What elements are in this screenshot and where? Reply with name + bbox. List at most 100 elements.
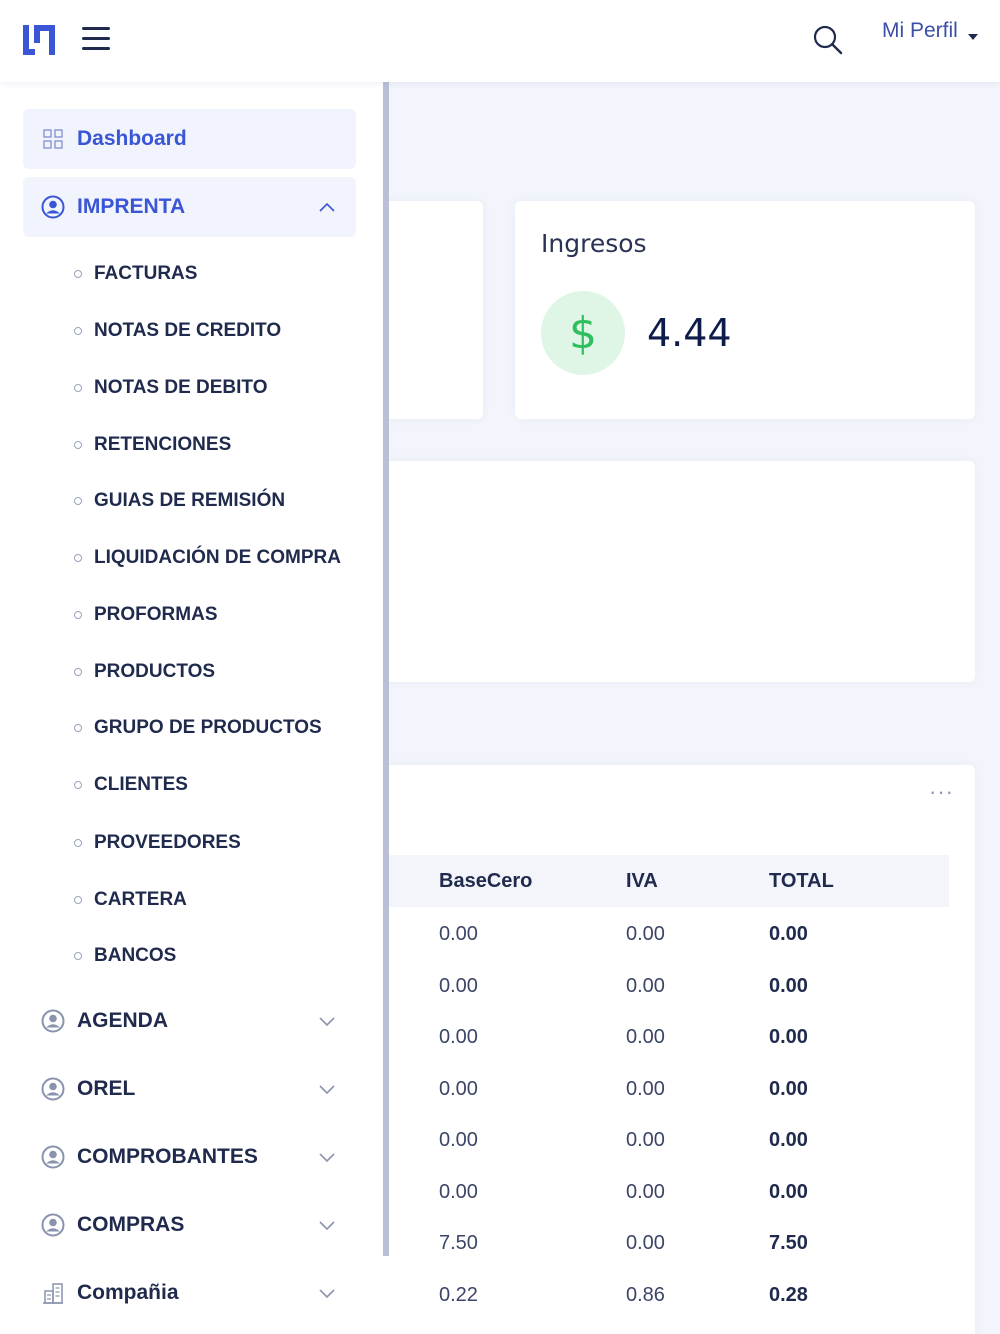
top-header: Mi Perfil: [0, 0, 1000, 82]
building-icon: [41, 1281, 65, 1305]
sidebar-subitem-grupo-productos[interactable]: GRUPO DE PRODUCTOS: [74, 713, 322, 743]
ingresos-card: Ingresos $ 4.44: [515, 201, 975, 419]
sidebar-subitem-label: CLIENTES: [94, 774, 188, 795]
sidebar-subitem-retenciones[interactable]: RETENCIONES: [74, 430, 231, 460]
search-icon[interactable]: [812, 24, 844, 56]
cell-basecero: 0.00: [439, 1129, 478, 1151]
sidebar-subitem-label: FACTURAS: [94, 263, 198, 284]
chevron-down-icon: [319, 1014, 335, 1028]
cell-total: 0.00: [769, 923, 808, 945]
sidebar-item-orel[interactable]: OREL: [23, 1059, 356, 1119]
cell-basecero: 0.00: [439, 1026, 478, 1048]
data-table: BaseCero IVA TOTAL 0.00 0.00 0.00 0.00 0…: [370, 855, 949, 1319]
sidebar-subitem-label: LIQUIDACIÓN DE COMPRA: [94, 547, 341, 568]
cell-iva: 0.00: [626, 974, 665, 997]
cell-total: 0.00: [769, 974, 808, 997]
bullet-icon: [74, 270, 82, 278]
sidebar-item-label: AGENDA: [77, 1009, 169, 1032]
sidebar-subitem-label: NOTAS DE DEBITO: [94, 377, 268, 398]
menu-toggle-icon[interactable]: [82, 24, 112, 54]
cell-iva: 0.00: [626, 1180, 665, 1203]
more-options-icon[interactable]: ···: [929, 781, 954, 803]
sidebar-item-label: IMPRENTA: [77, 195, 186, 218]
cell-total: 0.00: [769, 1077, 808, 1100]
table-row: 0.00 0.00 0.00: [370, 1165, 949, 1217]
bullet-icon: [74, 327, 82, 335]
bullet-icon: [74, 839, 82, 847]
sidebar-subitem-guias-remision[interactable]: GUIAS DE REMISIÓN: [74, 486, 285, 516]
bullet-icon: [74, 952, 82, 960]
table-row: 0.00 0.00 0.00: [370, 959, 949, 1011]
bullet-icon: [74, 497, 82, 505]
sidebar-item-agenda[interactable]: AGENDA: [23, 991, 356, 1051]
chart-card: [370, 461, 975, 682]
ingresos-title: Ingresos: [541, 229, 647, 258]
user-circle-icon: [41, 1213, 65, 1237]
bullet-icon: [74, 554, 82, 562]
sidebar-subitem-label: GRUPO DE PRODUCTOS: [94, 717, 322, 738]
cell-iva: 0.86: [626, 1283, 665, 1306]
table-row: 0.00 0.00 0.00: [370, 1113, 949, 1165]
sidebar-item-label: Compañia: [77, 1281, 179, 1304]
sidebar-subitem-productos[interactable]: PRODUCTOS: [74, 657, 215, 687]
cell-iva: 0.00: [626, 1129, 665, 1151]
chevron-down-icon: [319, 1218, 335, 1232]
profile-label: Mi Perfil: [882, 19, 958, 42]
chevron-down-icon: [319, 1286, 335, 1300]
bullet-icon: [74, 441, 82, 449]
user-circle-icon: [41, 195, 65, 219]
app-logo[interactable]: [20, 22, 58, 58]
sidebar-item-label: COMPROBANTES: [77, 1145, 258, 1168]
table-row: 7.50 0.00 7.50: [370, 1216, 949, 1268]
cell-iva: 0.00: [626, 923, 665, 945]
column-header-total[interactable]: TOTAL: [769, 870, 834, 893]
column-header-iva[interactable]: IVA: [626, 870, 658, 893]
chevron-down-icon: [319, 1150, 335, 1164]
table-row: 0.00 0.00 0.00: [370, 907, 949, 959]
sidebar-subitem-facturas[interactable]: FACTURAS: [74, 259, 197, 289]
sidebar: Dashboard IMPRENTA FACTURAS NOTAS DE CRE…: [0, 82, 383, 1334]
cell-basecero: 7.50: [439, 1232, 478, 1254]
sidebar-subitem-proformas[interactable]: PROFORMAS: [74, 600, 218, 630]
sidebar-scrollbar[interactable]: [383, 82, 389, 1256]
sidebar-subitem-label: CARTERA: [94, 889, 187, 910]
cell-iva: 0.00: [626, 1026, 665, 1048]
user-circle-icon: [41, 1009, 65, 1033]
sidebar-subitem-notas-debito[interactable]: NOTAS DE DEBITO: [74, 373, 267, 403]
table-row: 0.00 0.00 0.00: [370, 1010, 949, 1062]
column-header-basecero[interactable]: BaseCero: [439, 870, 532, 893]
sidebar-item-compras[interactable]: COMPRAS: [23, 1195, 356, 1255]
user-circle-icon: [41, 1145, 65, 1169]
sidebar-subitem-label: PROFORMAS: [94, 604, 218, 625]
sidebar-subitem-bancos[interactable]: BANCOS: [74, 941, 176, 971]
grid-icon: [41, 127, 65, 151]
bullet-icon: [74, 384, 82, 392]
table-row: 0.22 0.86 0.28: [370, 1268, 949, 1320]
sidebar-subitem-label: GUIAS DE REMISIÓN: [94, 490, 286, 511]
cell-basecero: 0.00: [439, 974, 478, 997]
profile-menu[interactable]: Mi Perfil: [882, 16, 978, 46]
bullet-icon: [74, 724, 82, 732]
bullet-icon: [74, 668, 82, 676]
sidebar-subitem-cartera[interactable]: CARTERA: [74, 885, 187, 915]
sidebar-item-imprenta[interactable]: IMPRENTA: [23, 177, 356, 237]
table-row: 0.00 0.00 0.00: [370, 1062, 949, 1114]
sidebar-subitem-liquidacion-compra[interactable]: LIQUIDACIÓN DE COMPRA: [74, 543, 341, 573]
cell-basecero: 0.22: [439, 1283, 478, 1306]
cell-total: 7.50: [769, 1232, 808, 1254]
sidebar-item-comprobantes[interactable]: COMPROBANTES: [23, 1127, 356, 1187]
bullet-icon: [74, 611, 82, 619]
table-card: ··· BaseCero IVA TOTAL 0.00 0.00 0.00 0.…: [370, 765, 975, 1334]
sidebar-subitem-label: NOTAS DE CREDITO: [94, 320, 282, 341]
sidebar-subitem-label: PRODUCTOS: [94, 661, 216, 682]
sidebar-subitem-notas-credito[interactable]: NOTAS DE CREDITO: [74, 316, 281, 346]
chevron-down-icon: [319, 1082, 335, 1096]
cell-basecero: 0.00: [439, 923, 478, 945]
sidebar-subitem-clientes[interactable]: CLIENTES: [74, 770, 188, 800]
dollar-icon: $: [541, 291, 625, 375]
sidebar-item-label: COMPRAS: [77, 1213, 185, 1236]
sidebar-item-compania[interactable]: Compañia: [23, 1263, 356, 1323]
sidebar-item-label: OREL: [77, 1077, 136, 1100]
sidebar-subitem-proveedores[interactable]: PROVEEDORES: [74, 828, 241, 858]
sidebar-item-dashboard[interactable]: Dashboard: [23, 109, 356, 169]
